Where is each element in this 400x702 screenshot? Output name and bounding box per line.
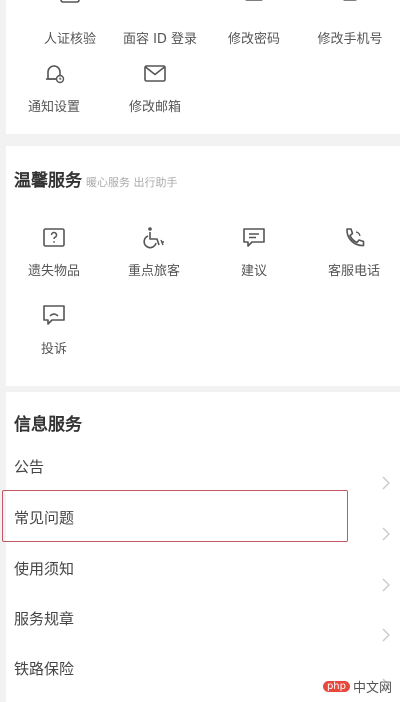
warm-service-title: 温馨服务 暖心服务 出行助手 [14, 166, 178, 191]
face-id-item[interactable]: 面容 ID 登录 [112, 0, 208, 47]
change-email-item[interactable]: 修改邮箱 [107, 60, 203, 115]
usage-notice-label: 使用须知 [14, 560, 75, 578]
message-icon [240, 224, 268, 252]
suggestion-item[interactable]: 建议 [206, 224, 302, 279]
service-phone-item[interactable]: 客服电话 [306, 224, 400, 279]
warm-service-subtitle: 暖心服务 出行助手 [86, 176, 178, 189]
info-service-card: 信息服务 公告 常见问题 使用须知 服务规章 铁路保险 [6, 392, 400, 702]
chevron-right-icon [382, 612, 391, 642]
service-phone-label: 客服电话 [327, 264, 380, 279]
mail-icon [141, 60, 169, 88]
face-id-label: 面容 ID 登录 [122, 32, 198, 47]
lost-items-item[interactable]: 遗失物品 [6, 224, 102, 279]
account-settings-card: 人证核验 面容 ID 登录 修改密码 修改手机号 通知设置 修改邮箱 [6, 0, 400, 134]
complaint-item[interactable]: 投诉 [6, 302, 102, 357]
change-phone-item[interactable]: 修改手机号 [302, 0, 398, 47]
change-email-label: 修改邮箱 [128, 100, 181, 115]
bell-settings-icon [40, 60, 68, 88]
id-verify-label: 人证核验 [43, 32, 96, 47]
priority-passenger-label: 重点旅客 [127, 264, 180, 279]
info-service-title: 信息服务 [14, 415, 82, 435]
id-check-icon [56, 0, 84, 20]
chevron-right-icon [382, 562, 391, 592]
warm-service-title-text: 温馨服务 [14, 171, 82, 191]
list-item-faq[interactable]: 常见问题 [6, 493, 400, 543]
notification-settings-item[interactable]: 通知设置 [6, 60, 102, 115]
complaint-icon [40, 302, 68, 330]
suggestion-label: 建议 [240, 264, 267, 279]
notification-settings-label: 通知设置 [27, 100, 80, 115]
phone-edit-icon [336, 0, 364, 20]
lost-items-label: 遗失物品 [27, 264, 80, 279]
priority-passenger-item[interactable]: 重点旅客 [106, 224, 202, 279]
change-password-item[interactable]: 修改密码 [206, 0, 302, 47]
face-id-icon [146, 0, 174, 20]
change-password-label: 修改密码 [227, 32, 280, 47]
list-item-service-rules[interactable]: 服务规章 [6, 594, 400, 644]
watermark-badge: php [322, 681, 350, 692]
change-phone-label: 修改手机号 [317, 32, 383, 47]
password-icon [240, 0, 268, 20]
service-rules-label: 服务规章 [14, 610, 75, 628]
chevron-right-icon [382, 511, 391, 541]
phone-icon [340, 224, 368, 252]
chevron-right-icon [382, 460, 391, 490]
faq-label: 常见问题 [14, 509, 75, 527]
warm-service-card: 温馨服务 暖心服务 出行助手 遗失物品 重点旅客 建议 客服电话 投诉 [6, 146, 400, 386]
question-box-icon [40, 224, 68, 252]
watermark-text: 中文网 [352, 681, 392, 696]
list-item-usage-notice[interactable]: 使用须知 [6, 544, 400, 594]
watermark: php 中文网 [322, 677, 392, 696]
railway-insurance-label: 铁路保险 [14, 660, 75, 678]
chevron-right-icon [382, 662, 391, 692]
complaint-label: 投诉 [40, 342, 67, 357]
announcement-label: 公告 [14, 458, 45, 476]
id-verify-item[interactable]: 人证核验 [22, 0, 118, 47]
wheelchair-icon [140, 224, 168, 252]
list-item-announcement[interactable]: 公告 [6, 442, 400, 492]
